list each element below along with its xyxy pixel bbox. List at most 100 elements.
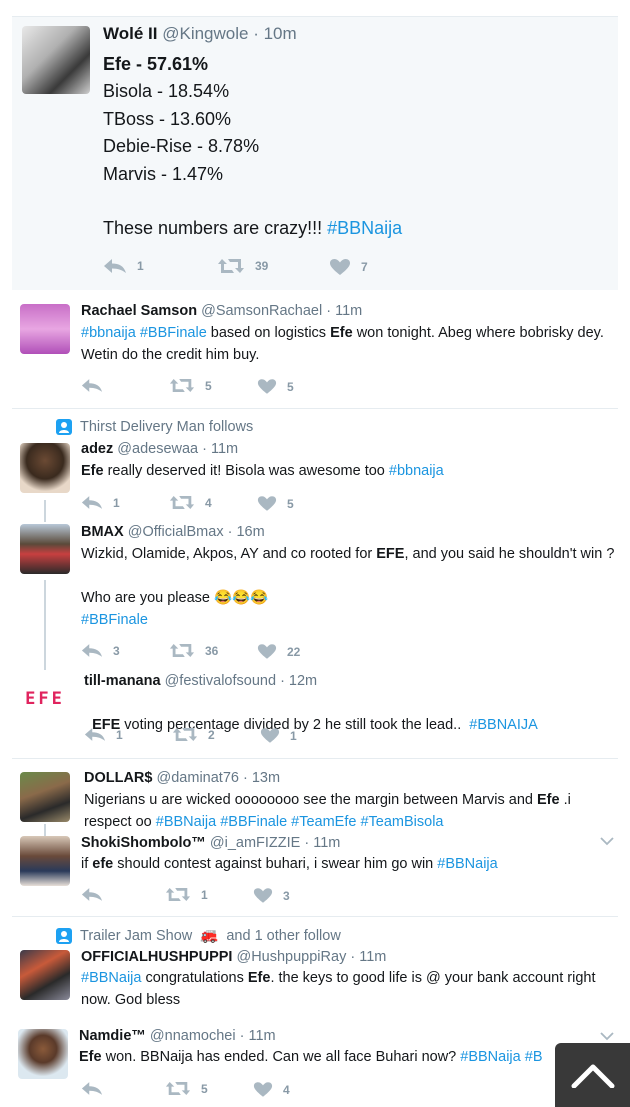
timestamp[interactable]: · 13m xyxy=(243,770,280,786)
hashtag-link[interactable]: #BBNaija xyxy=(460,1049,520,1065)
hashtag-link[interactable]: #BBFinale xyxy=(140,325,207,341)
retweet-button[interactable]: 39 xyxy=(217,258,268,274)
author-handle[interactable]: @festivalofsound xyxy=(165,673,276,689)
retweet-count: 1 xyxy=(201,887,208,902)
hashtag-link[interactable]: #bbnaija xyxy=(389,463,444,479)
retweet-button[interactable]: 4 xyxy=(169,495,212,510)
scroll-to-top-button[interactable] xyxy=(555,1043,630,1107)
avatar[interactable] xyxy=(18,1029,68,1079)
author-name[interactable]: till-manana xyxy=(84,673,161,689)
highlighted-term: Efe xyxy=(247,970,271,986)
retweet-button[interactable]: 36 xyxy=(169,643,218,658)
author-handle[interactable]: @Kingwole xyxy=(162,24,248,43)
timestamp[interactable]: · 11m xyxy=(240,1028,276,1044)
author-name[interactable]: DOLLAR$ xyxy=(84,770,152,786)
author-name[interactable]: Wolé II xyxy=(103,24,157,43)
text-segment: really deserved it! Bisola was awesome t… xyxy=(103,463,389,479)
person-icon xyxy=(56,419,72,435)
reply-button[interactable] xyxy=(81,887,113,902)
reply-button[interactable]: 1 xyxy=(84,727,123,742)
highlighted-term: Efe xyxy=(79,1049,102,1065)
social-context[interactable]: Thirst Delivery Man follows xyxy=(56,419,253,435)
hashtag-link[interactable]: #BBNaija xyxy=(437,856,497,872)
hashtag-link[interactable]: #BBNaija xyxy=(81,970,141,986)
social-context[interactable]: Trailer Jam Show 🚒 and 1 other follow xyxy=(56,927,341,944)
retweet-button[interactable]: 1 xyxy=(165,887,208,902)
tweet-header: Namdie™ @nnamochei · 11m xyxy=(79,1028,276,1044)
reply-button[interactable] xyxy=(81,1081,113,1096)
tweet-menu-button[interactable] xyxy=(600,1028,614,1044)
author-handle[interactable]: @HushpuppiRay xyxy=(236,949,346,965)
result-line: Marvis - 1.47% xyxy=(103,163,224,184)
author-name[interactable]: BMAX xyxy=(81,524,124,540)
avatar[interactable] xyxy=(20,836,70,886)
retweet-icon xyxy=(218,259,244,273)
tweet-text: Wizkid, Olamide, Akpos, AY and co rooted… xyxy=(81,543,616,565)
tweet-text: if efe should contest against buhari, i … xyxy=(81,853,611,875)
reply-icon xyxy=(81,379,103,392)
tweet-text: Efe - 57.61% Bisola - 18.54% TBoss - 13.… xyxy=(103,51,603,188)
like-count: 5 xyxy=(287,379,294,394)
avatar[interactable] xyxy=(22,26,90,94)
author-handle[interactable]: @adesewaa xyxy=(117,441,198,457)
author-handle[interactable]: @daminat76 xyxy=(157,770,239,786)
reply-button[interactable] xyxy=(81,378,113,393)
timestamp[interactable]: · 11m xyxy=(350,949,386,965)
reply-button[interactable]: 3 xyxy=(81,643,120,658)
author-name[interactable]: ShokiShombolo™ xyxy=(81,835,206,851)
tweet-header: adez @adesewaa · 11m xyxy=(81,441,238,457)
hashtag-link[interactable]: #bbnaija xyxy=(81,325,136,341)
tweet-text: #BBNaija congratulations Efe. the keys t… xyxy=(81,967,616,1011)
hashtag-link[interactable]: #BBNaija #BBFinale #TeamEfe #TeamBisola xyxy=(156,814,444,830)
tweet-text: Nigerians u are wicked oooooooo see the … xyxy=(84,789,614,833)
tweet-text-line: Who are you please 😂😂😂 xyxy=(81,587,268,609)
chevron-down-icon xyxy=(600,837,614,846)
tweet-menu-button[interactable] xyxy=(600,833,614,849)
avatar[interactable] xyxy=(20,443,70,493)
avatar[interactable] xyxy=(20,772,70,822)
retweet-button[interactable]: 2 xyxy=(172,727,215,742)
heart-icon xyxy=(253,1082,273,1097)
author-name[interactable]: adez xyxy=(81,441,113,457)
avatar[interactable] xyxy=(20,524,70,574)
heart-icon xyxy=(330,259,350,275)
author-handle[interactable]: @i_amFIZZIE xyxy=(210,835,300,851)
tweet-text-line: #BBFinale xyxy=(81,609,148,631)
avatar[interactable] xyxy=(20,304,70,354)
timestamp[interactable]: · 16m xyxy=(228,524,265,540)
like-button[interactable]: 5 xyxy=(257,378,294,395)
author-handle[interactable]: @SamsonRachael xyxy=(201,303,322,319)
like-button[interactable]: 3 xyxy=(253,887,290,904)
hashtag-link[interactable]: #BBNaija xyxy=(327,218,402,238)
like-count: 22 xyxy=(287,644,301,659)
author-name[interactable]: Namdie™ xyxy=(79,1028,146,1044)
hashtag-link[interactable]: #B xyxy=(525,1049,543,1065)
reply-button[interactable]: 1 xyxy=(103,258,144,274)
retweet-button[interactable]: 5 xyxy=(165,1081,208,1096)
like-button[interactable]: 5 xyxy=(257,495,294,512)
retweet-count: 36 xyxy=(205,643,219,658)
avatar[interactable]: EFE xyxy=(20,674,70,724)
like-button[interactable]: 22 xyxy=(257,643,300,660)
like-button[interactable]: 1 xyxy=(260,727,297,744)
text-segment: won. BBNaija has ended. Can we all face … xyxy=(101,1049,461,1065)
scroll-top-icon xyxy=(571,1064,614,1088)
author-name[interactable]: OFFICIALHUSHPUPPI xyxy=(81,949,232,965)
author-handle[interactable]: @OfficialBmax xyxy=(128,524,224,540)
heart-icon xyxy=(257,379,277,394)
hashtag-link[interactable]: #BBFinale xyxy=(81,612,148,628)
avatar[interactable] xyxy=(20,950,70,1000)
like-button[interactable]: 7 xyxy=(329,258,368,276)
like-button[interactable]: 4 xyxy=(253,1081,290,1098)
timestamp[interactable]: · 10m xyxy=(253,24,296,43)
retweet-button[interactable]: 5 xyxy=(169,378,212,393)
social-context-text: Thirst Delivery Man follows xyxy=(80,419,254,435)
author-name[interactable]: Rachael Samson xyxy=(81,303,197,319)
timestamp[interactable]: · 11m xyxy=(326,303,362,319)
tweet-text: #bbnaija #BBFinale based on logistics Ef… xyxy=(81,322,611,366)
author-handle[interactable]: @nnamochei xyxy=(150,1028,236,1044)
reply-button[interactable]: 1 xyxy=(81,495,120,510)
timestamp[interactable]: · 12m xyxy=(280,673,317,689)
timestamp[interactable]: · 11m xyxy=(202,441,238,457)
timestamp[interactable]: · 11m xyxy=(304,835,340,851)
